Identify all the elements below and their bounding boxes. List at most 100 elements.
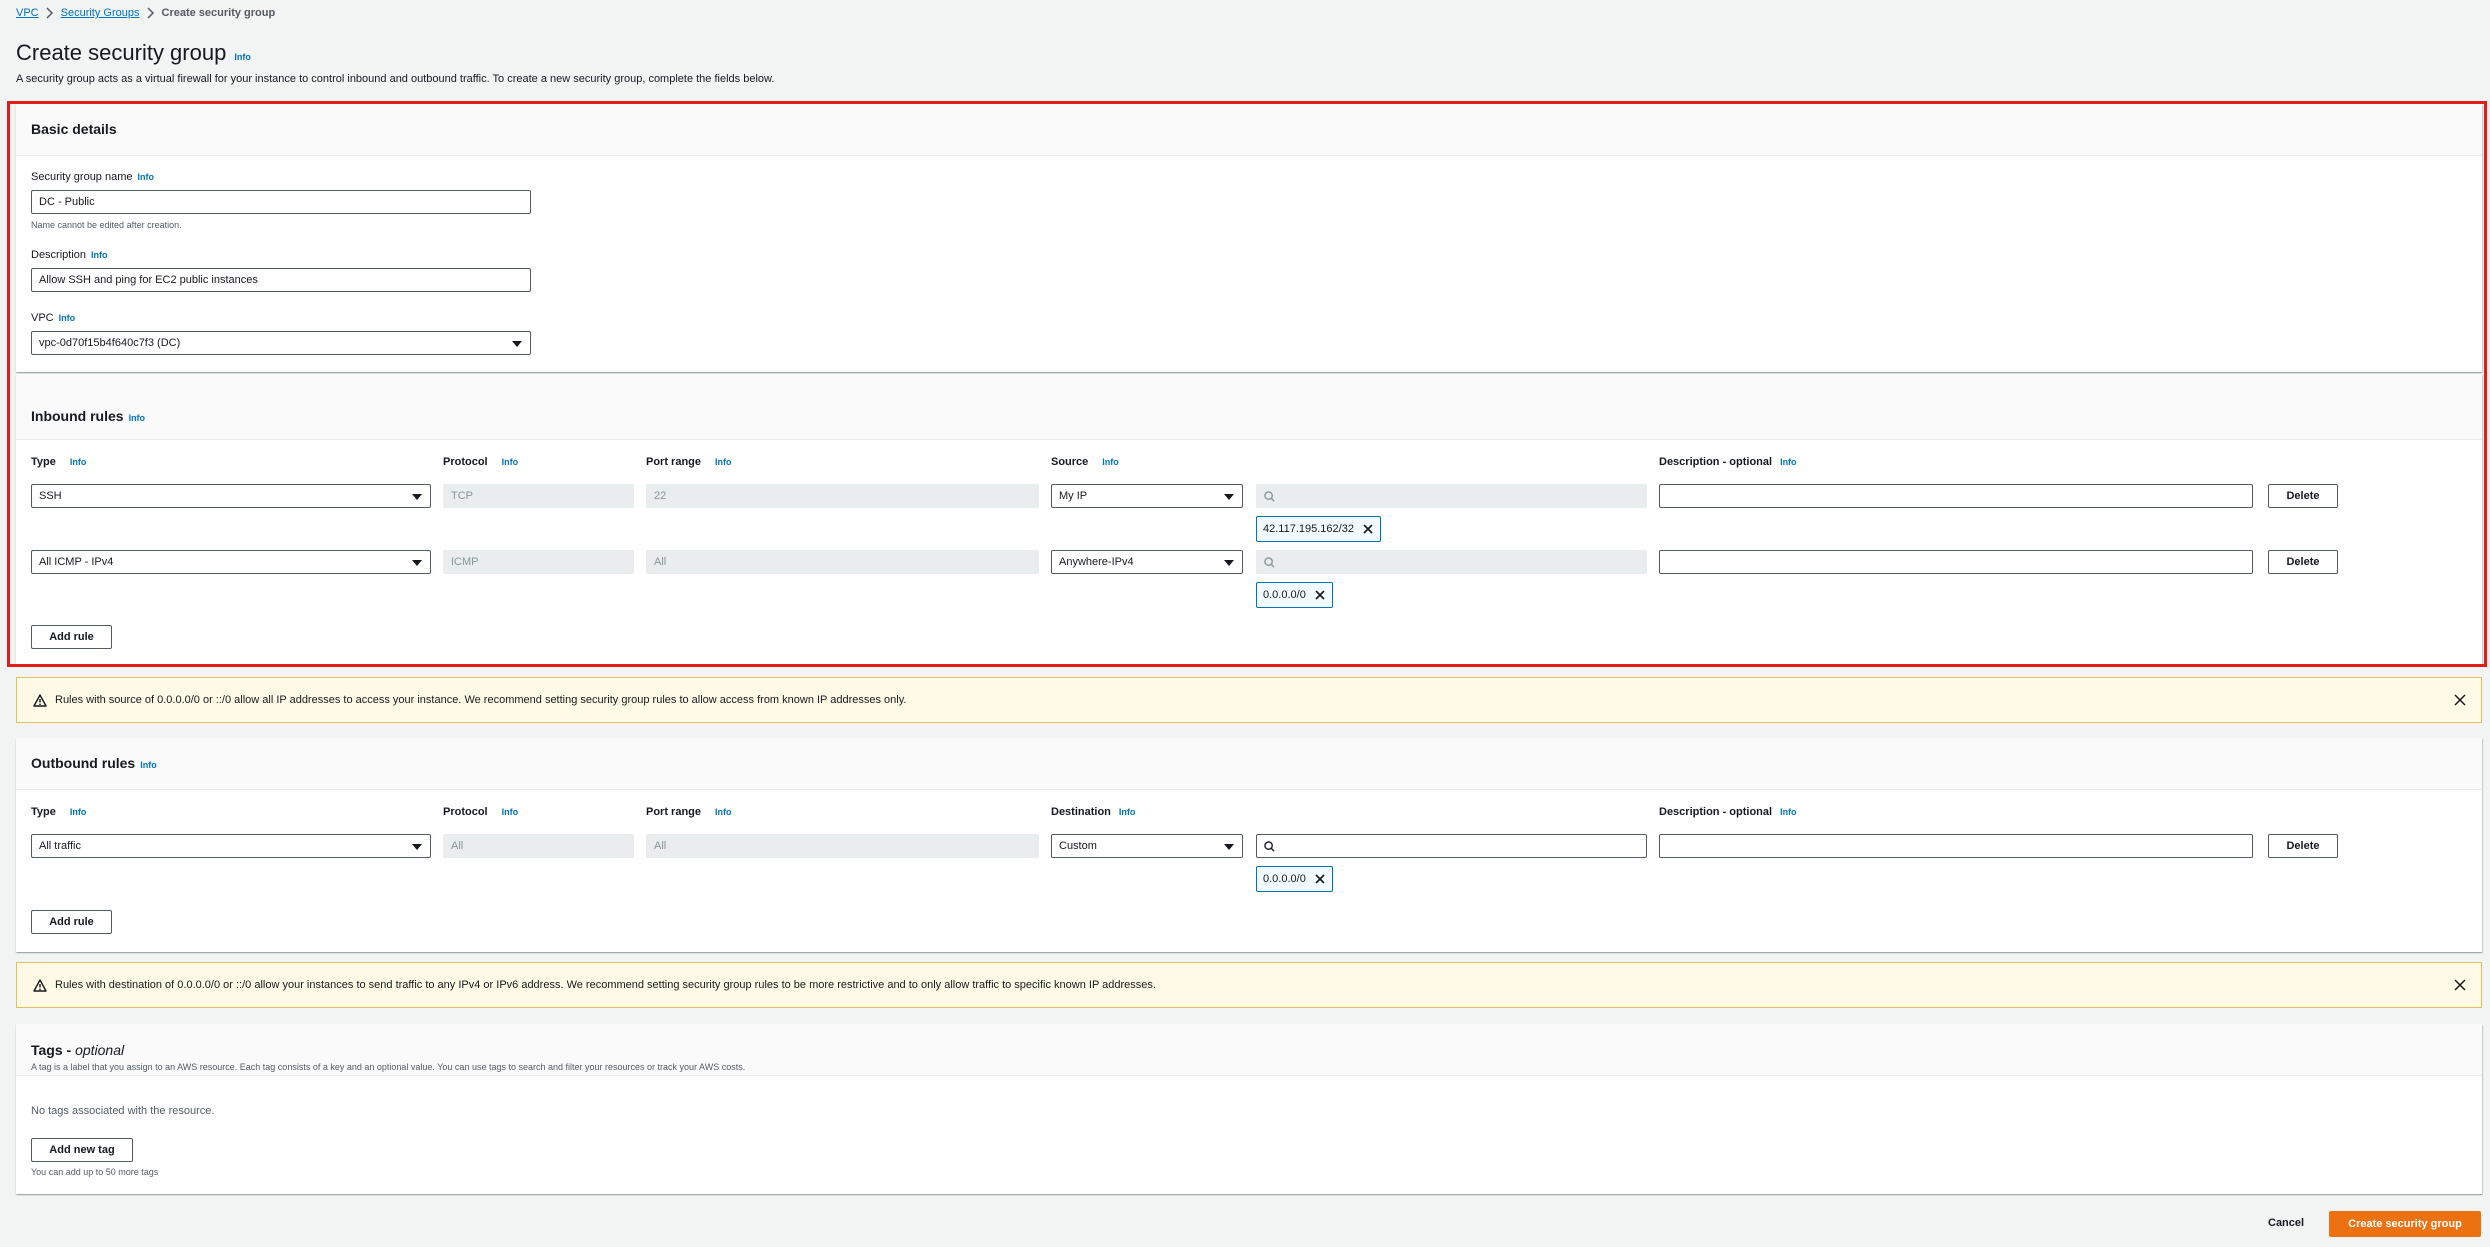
outbound-rule-protocol-input: All <box>443 834 634 858</box>
inbound-rule-protocol-value: ICMP <box>451 556 479 568</box>
description-info-link[interactable]: Info <box>91 250 108 260</box>
inbound-rule-source-select[interactable]: My IP <box>1051 484 1243 508</box>
chevron-right-icon <box>146 7 154 19</box>
inbound-rule-type-value: SSH <box>39 490 62 502</box>
outbound-port-info-link[interactable]: Info <box>715 807 732 817</box>
inbound-rule-source-select[interactable]: Anywhere-IPv4 <box>1051 550 1243 574</box>
inbound-col-port-text: Port range <box>646 456 702 468</box>
outbound-warning-text: Rules with destination of 0.0.0.0/0 or :… <box>55 979 1156 991</box>
outbound-add-rule-button[interactable]: Add rule <box>31 910 112 934</box>
outbound-rule-cidr-search[interactable] <box>1256 834 1647 858</box>
vpc-select-value: vpc-0d70f15b4f640c7f3 (DC) <box>39 337 181 349</box>
search-icon <box>1264 841 1275 852</box>
inbound-rules-panel: Inbound rules Info Type Info Protocol In… <box>16 374 2482 664</box>
inbound-rule-description-input[interactable] <box>1659 550 2253 574</box>
inbound-rule-cidr-token: 42.117.195.162/32 <box>1256 516 1381 542</box>
close-icon[interactable] <box>1314 589 1326 601</box>
inbound-rule-delete-button[interactable]: Delete <box>2268 484 2338 508</box>
outbound-rule-protocol-value: All <box>451 840 464 852</box>
outbound-col-destination: Destination Info <box>1051 806 1135 818</box>
inbound-description-info-link[interactable]: Info <box>1780 457 1797 467</box>
add-new-tag-button[interactable]: Add new tag <box>31 1138 133 1162</box>
page-description: A security group acts as a virtual firew… <box>16 73 775 85</box>
inbound-col-port: Port range Info <box>646 456 732 468</box>
inbound-rules-header <box>16 374 2482 440</box>
outbound-destination-info-link[interactable]: Info <box>1119 807 1136 817</box>
tags-title: Tags - optional <box>31 1042 124 1058</box>
tags-description: A tag is a label that you assign to an A… <box>31 1062 746 1072</box>
inbound-rule-description-input[interactable] <box>1659 484 2253 508</box>
inbound-protocol-info-link[interactable]: Info <box>502 457 519 467</box>
basic-details-title-text: Basic details <box>31 121 117 137</box>
create-security-group-button[interactable]: Create security group <box>2329 1211 2481 1237</box>
page-title-text: Create security group <box>16 40 227 65</box>
outbound-type-info-link[interactable]: Info <box>70 807 87 817</box>
inbound-rules-info-link[interactable]: Info <box>129 413 146 423</box>
vpc-info-link[interactable]: Info <box>59 313 76 323</box>
outbound-rule-delete-button[interactable]: Delete <box>2268 834 2338 858</box>
tags-title-text: Tags - <box>31 1042 76 1058</box>
inbound-rule-cidr-value: 0.0.0.0/0 <box>1263 589 1306 601</box>
inbound-rules-title: Inbound rules Info <box>31 408 145 424</box>
inbound-rule-cidr-value: 42.117.195.162/32 <box>1263 523 1354 535</box>
outbound-rule-type-select[interactable]: All traffic <box>31 834 431 858</box>
outbound-rule-description-input[interactable] <box>1659 834 2253 858</box>
security-group-name-info-link[interactable]: Info <box>138 172 155 182</box>
outbound-rules-title: Outbound rules Info <box>31 755 157 771</box>
search-icon <box>1264 491 1275 502</box>
tags-empty-text: No tags associated with the resource. <box>31 1105 215 1117</box>
outbound-col-description-text: Description - optional <box>1659 806 1773 818</box>
outbound-col-type-text: Type <box>31 806 56 818</box>
close-icon[interactable] <box>2453 693 2467 707</box>
page-title-info-link[interactable]: Info <box>234 52 251 62</box>
warning-icon <box>33 693 47 707</box>
inbound-type-info-link[interactable]: Info <box>70 457 87 467</box>
inbound-rule-type-select[interactable]: SSH <box>31 484 431 508</box>
outbound-col-destination-text: Destination <box>1051 806 1111 818</box>
outbound-rule-cidr-token: 0.0.0.0/0 <box>1256 866 1333 892</box>
description-input[interactable]: Allow SSH and ping for EC2 public instan… <box>31 268 531 292</box>
description-label: Description Info <box>31 249 108 261</box>
inbound-rule-source-value: My IP <box>1059 490 1088 502</box>
inbound-rule-delete-button[interactable]: Delete <box>2268 550 2338 574</box>
outbound-col-protocol-text: Protocol <box>443 806 488 818</box>
breadcrumb-vpc-link[interactable]: VPC <box>16 7 39 19</box>
inbound-rule-port-value: 22 <box>654 490 667 502</box>
inbound-rules-title-text: Inbound rules <box>31 408 124 424</box>
breadcrumb: VPC Security Groups Create security grou… <box>16 7 275 19</box>
inbound-rule-cidr-search <box>1256 484 1647 508</box>
breadcrumb-security-groups-link[interactable]: Security Groups <box>61 7 140 19</box>
tags-panel: Tags - optional A tag is a label that yo… <box>16 1024 2482 1194</box>
description-label-text: Description <box>31 249 87 261</box>
outbound-rules-info-link[interactable]: Info <box>140 760 157 770</box>
basic-details-title: Basic details <box>31 121 117 137</box>
tags-title-optional: optional <box>75 1042 125 1058</box>
inbound-source-info-link[interactable]: Info <box>1102 457 1119 467</box>
outbound-description-info-link[interactable]: Info <box>1780 807 1797 817</box>
outbound-rule-cidr-value: 0.0.0.0/0 <box>1263 873 1306 885</box>
outbound-protocol-info-link[interactable]: Info <box>502 807 519 817</box>
inbound-rule-protocol-input: TCP <box>443 484 634 508</box>
outbound-rule-destination-select[interactable]: Custom <box>1051 834 1243 858</box>
basic-details-panel: Basic details Security group name Info D… <box>16 104 2482 372</box>
outbound-col-port: Port range Info <box>646 806 732 818</box>
security-group-name-input[interactable]: DC - Public <box>31 190 531 214</box>
inbound-add-rule-button[interactable]: Add rule <box>31 625 112 649</box>
close-icon[interactable] <box>1314 873 1326 885</box>
vpc-label-text: VPC <box>31 312 54 324</box>
breadcrumb-current: Create security group <box>161 7 276 19</box>
inbound-port-info-link[interactable]: Info <box>715 457 732 467</box>
inbound-rule-cidr-token: 0.0.0.0/0 <box>1256 582 1333 608</box>
close-icon[interactable] <box>2453 978 2467 992</box>
warning-icon <box>33 978 47 992</box>
vpc-select[interactable]: vpc-0d70f15b4f640c7f3 (DC) <box>31 331 531 355</box>
close-icon[interactable] <box>1362 523 1374 535</box>
description-value: Allow SSH and ping for EC2 public instan… <box>39 274 258 286</box>
inbound-rule-source-value: Anywhere-IPv4 <box>1059 556 1134 568</box>
inbound-rule-port-value: All <box>654 556 667 568</box>
cancel-button[interactable]: Cancel <box>2268 1217 2304 1229</box>
chevron-right-icon <box>46 7 53 19</box>
inbound-rule-cidr-search <box>1256 550 1647 574</box>
inbound-rule-type-select[interactable]: All ICMP - IPv4 <box>31 550 431 574</box>
inbound-rule-port-input: 22 <box>646 484 1039 508</box>
